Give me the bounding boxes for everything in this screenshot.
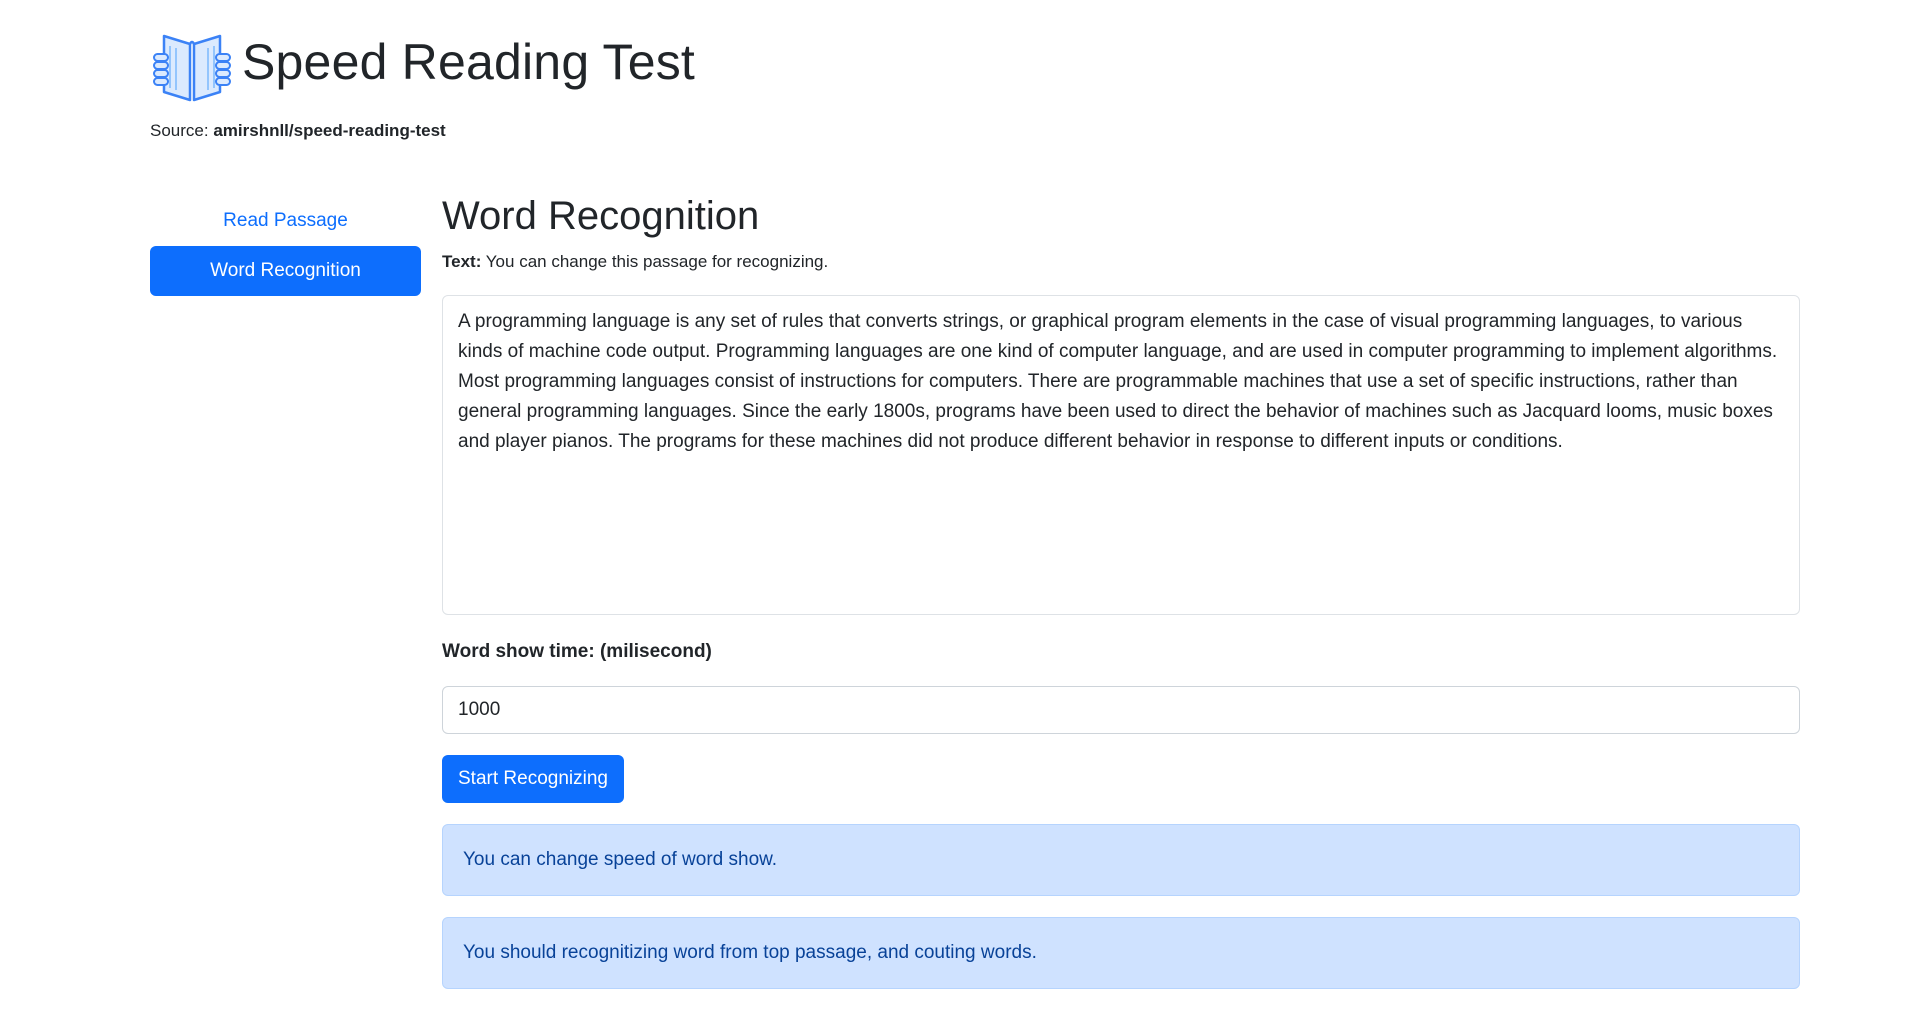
speed-info-alert: You can change speed of word show. (442, 824, 1800, 896)
instruction-alert: You should recognitizing word from top p… (442, 917, 1800, 989)
source-repo: amirshnll/speed-reading-test (213, 121, 446, 140)
sidebar-nav: Read Passage Word Recognition (150, 196, 421, 296)
sidebar-item-read-passage[interactable]: Read Passage (150, 196, 421, 246)
main-content: Word Recognition Text: You can change th… (442, 190, 1800, 989)
start-recognizing-button[interactable]: Start Recognizing (442, 755, 624, 803)
source-label: Source: (150, 121, 209, 140)
word-show-time-label: Word show time: (milisecond) (442, 641, 712, 662)
app-title: Speed Reading Test (242, 34, 696, 90)
text-hint: Text: You can change this passage for re… (442, 252, 1800, 272)
text-label: Text: (442, 252, 482, 271)
passage-textarea[interactable]: A programming language is any set of rul… (442, 295, 1800, 615)
open-book-icon (153, 34, 231, 102)
sidebar-item-word-recognition[interactable]: Word Recognition (150, 246, 421, 296)
brand: Speed Reading Test (150, 20, 695, 104)
source-line: Source: amirshnll/speed-reading-test (150, 121, 446, 141)
word-show-time-input[interactable] (442, 686, 1800, 734)
text-hint-value: You can change this passage for recogniz… (485, 252, 829, 271)
page-title: Word Recognition (442, 194, 760, 238)
